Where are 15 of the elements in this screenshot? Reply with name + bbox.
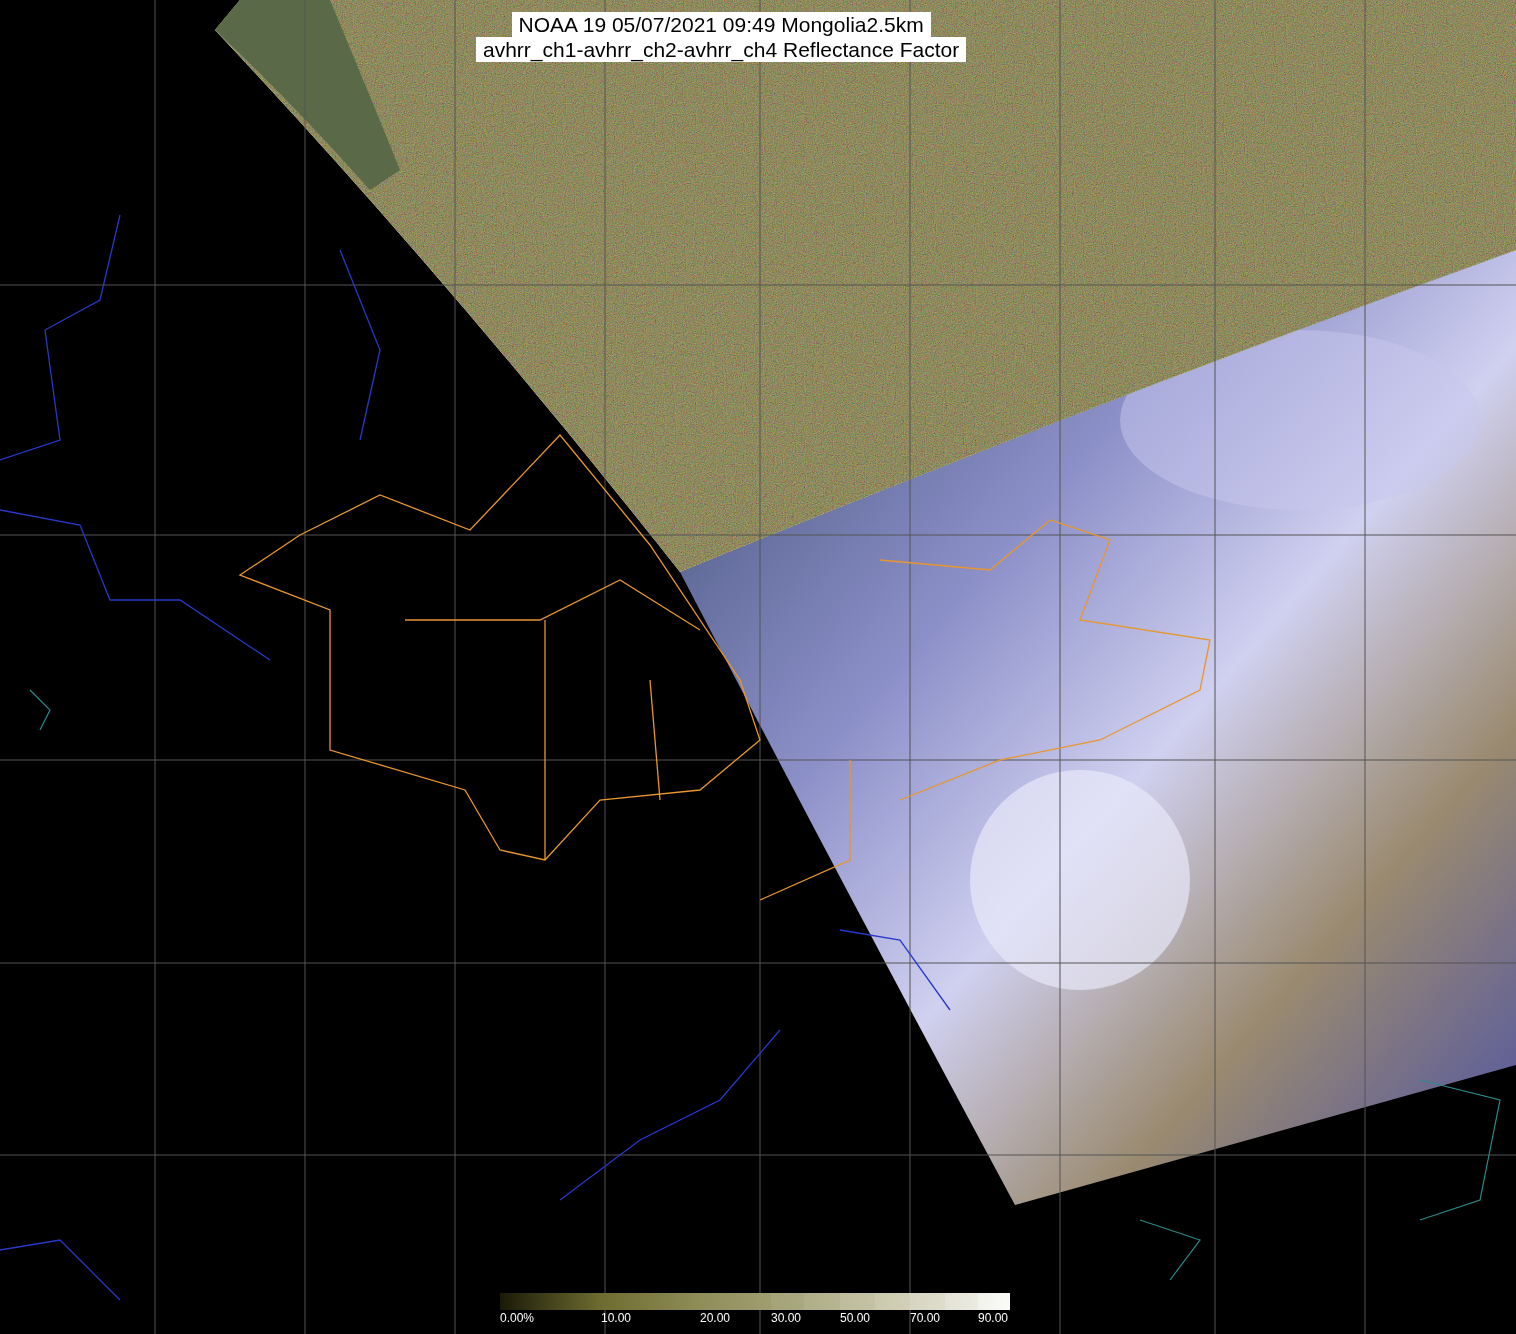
colorbar-label: 70.00 — [910, 1311, 941, 1325]
colorbar-segment — [910, 1293, 945, 1310]
colorbar-segment — [978, 1293, 1010, 1310]
colorbar-segment — [875, 1293, 910, 1310]
colorbar-segment — [804, 1293, 840, 1310]
map-title: avhrr_ch1-avhrr_ch2-avhrr_ch4 Reflectance Factor — [476, 37, 967, 62]
colorbar-label: 90.00 — [978, 1311, 1009, 1325]
colorbar-label: 20.00 — [700, 1311, 731, 1325]
colorbar-label: 50.00 — [840, 1311, 871, 1325]
colorbar-segment — [945, 1293, 978, 1310]
colorbar-label: 0.00% — [500, 1311, 535, 1325]
colorbar-label: 10.00 — [601, 1311, 632, 1325]
colorbar-segment — [840, 1293, 875, 1310]
map-title: NOAA 19 05/07/2021 09:49 Mongolia2.5km — [511, 12, 931, 37]
colorbar-label: 30.00 — [771, 1311, 802, 1325]
